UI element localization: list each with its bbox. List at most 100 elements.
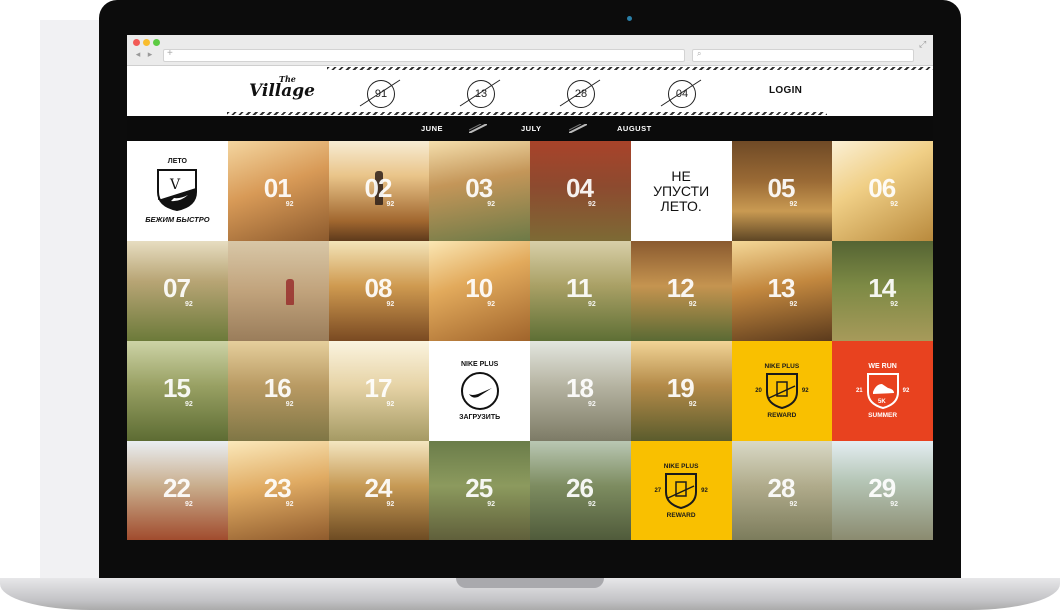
url-bar[interactable]: + [163,48,685,62]
nike-reward-tile-b[interactable]: NIKE PLUS 27 92 REWARD [630,441,732,540]
back-arrow-icon[interactable]: ◂ [133,50,143,59]
day-tile-02[interactable]: 02 92 [328,141,430,241]
day-tile-08[interactable]: 08 92 [328,241,430,341]
fullscreen-icon[interactable]: ⤢ [919,39,926,50]
day-number: 13 [767,273,796,303]
day-tile-11[interactable]: 11 92 [530,241,631,341]
nike-plus-upload-tile[interactable]: NIKE PLUS ЗАГРУЗИТЬ [429,341,530,441]
day-sub: 92 [890,201,899,208]
shield-cup-icon [765,373,798,410]
day-tile-23[interactable]: 23 92 [227,441,329,540]
day-tile-01[interactable]: 01 92 [227,141,329,241]
day-number: 14 [868,273,896,303]
reward-title: NIKE PLUS [764,363,800,370]
village-summer-logo-tile[interactable]: ЛЕТО V БЕЖИМ БЫСТРО [127,141,228,241]
day-number: 04 [566,173,594,203]
day-tile-13[interactable]: 13 92 [731,241,833,341]
reward-right-num: 92 [801,388,809,394]
header-hatch-bottom [227,112,827,115]
reward-title: NIKE PLUS [663,463,699,470]
day-sub: 92 [386,201,395,208]
day-tile-04[interactable]: 04 92 [530,141,631,241]
slash-icon [660,79,702,107]
day-tile-18[interactable]: 18 92 [530,341,631,441]
promo-line-2: УПУСТИ [653,182,710,199]
day-sub: 92 [185,301,193,308]
we-run-distance: 5K [878,399,886,405]
day-number: 15 [163,373,191,403]
day-tile-14[interactable]: 14 92 [832,241,933,341]
day-number: 26 [566,473,594,503]
day-sub: 92 [487,501,496,508]
day-tile-10[interactable]: 10 92 [429,241,530,341]
day-number: 08 [364,273,393,303]
day-tile-16[interactable]: 16 92 [227,341,329,441]
day-number: 05 [767,173,796,203]
nike-upload-title: NIKE PLUS [460,361,499,368]
day-sub: 92 [386,301,395,308]
promo-tile[interactable]: НЕ УПУСТИ ЛЕТО. [630,141,732,241]
runner-figure [285,279,294,305]
day-sub: 92 [386,401,395,408]
day-number: 29 [868,473,896,503]
month-separator-icon [569,124,587,133]
slash-icon [359,79,401,107]
day-tile-28[interactable]: 28 92 [731,441,833,540]
promo-line-3: ЛЕТО. [660,197,702,214]
month-june[interactable]: JUNE [421,124,443,133]
day-number: 17 [364,373,393,403]
day-number: 28 [767,473,796,503]
logo-the: The [279,74,296,84]
day-sub: 92 [285,401,294,408]
day-tile-29[interactable]: 29 92 [832,441,933,540]
login-link[interactable]: LOGIN [769,85,802,96]
maximize-dot-icon[interactable] [153,39,160,46]
shield-shoe-icon: 5K [866,373,899,410]
forward-arrow-icon[interactable]: ▸ [145,50,155,59]
day-tile-24[interactable]: 24 92 [328,441,430,540]
close-dot-icon[interactable] [133,39,140,46]
day-tile-25[interactable]: 25 92 [429,441,530,540]
day-tile-15[interactable]: 15 92 [127,341,228,441]
day-sub: 92 [386,501,395,508]
day-tile-05[interactable]: 05 92 [731,141,833,241]
day-number: 02 [364,173,393,203]
day-number: 07 [163,273,191,303]
minimize-dot-icon[interactable] [143,39,150,46]
browser-window: ◂ ▸ + ⌕ ⤢ The Village 91 13 28 04 LOGIN J… [127,35,933,540]
shield-icon: V [157,169,198,212]
day-number: 03 [465,173,493,203]
day-number: 24 [364,473,393,503]
slash-icon [559,79,601,107]
search-bar[interactable]: ⌕ [692,49,914,62]
month-july[interactable]: JULY [521,124,541,133]
day-tile-26[interactable]: 26 92 [530,441,631,540]
day-number: 19 [666,373,695,403]
slash-icon [459,79,501,107]
day-tile-blank[interactable] [227,241,329,341]
camera-icon [627,16,632,21]
day-number: 16 [263,373,292,403]
day-tile-22[interactable]: 22 92 [127,441,228,540]
day-sub: 92 [487,201,496,208]
day-number: 11 [566,273,592,303]
day-tile-19[interactable]: 19 92 [630,341,732,441]
day-tile-03[interactable]: 03 92 [429,141,530,241]
we-run-summer-tile[interactable]: WE RUN 21 5K 92 SUMMER [832,341,933,441]
site-logo[interactable]: The Village [249,74,315,101]
day-tile-12[interactable]: 12 92 [630,241,732,341]
we-run-left-num: 21 [855,388,863,394]
day-sub: 92 [185,401,193,408]
day-number: 12 [666,273,695,303]
laptop-notch [456,578,604,588]
search-icon: ⌕ [697,49,702,58]
plus-icon: + [167,48,173,59]
day-tile-06[interactable]: 06 92 [832,141,933,241]
day-sub: 92 [487,301,496,308]
day-tile-17[interactable]: 17 92 [328,341,430,441]
logo-text: Village [249,81,315,101]
day-tile-07[interactable]: 07 92 [127,241,228,341]
day-sub: 92 [285,201,294,208]
nike-reward-tile-a[interactable]: NIKE PLUS 20 92 REWARD [731,341,833,441]
month-august[interactable]: AUGUST [617,124,652,133]
